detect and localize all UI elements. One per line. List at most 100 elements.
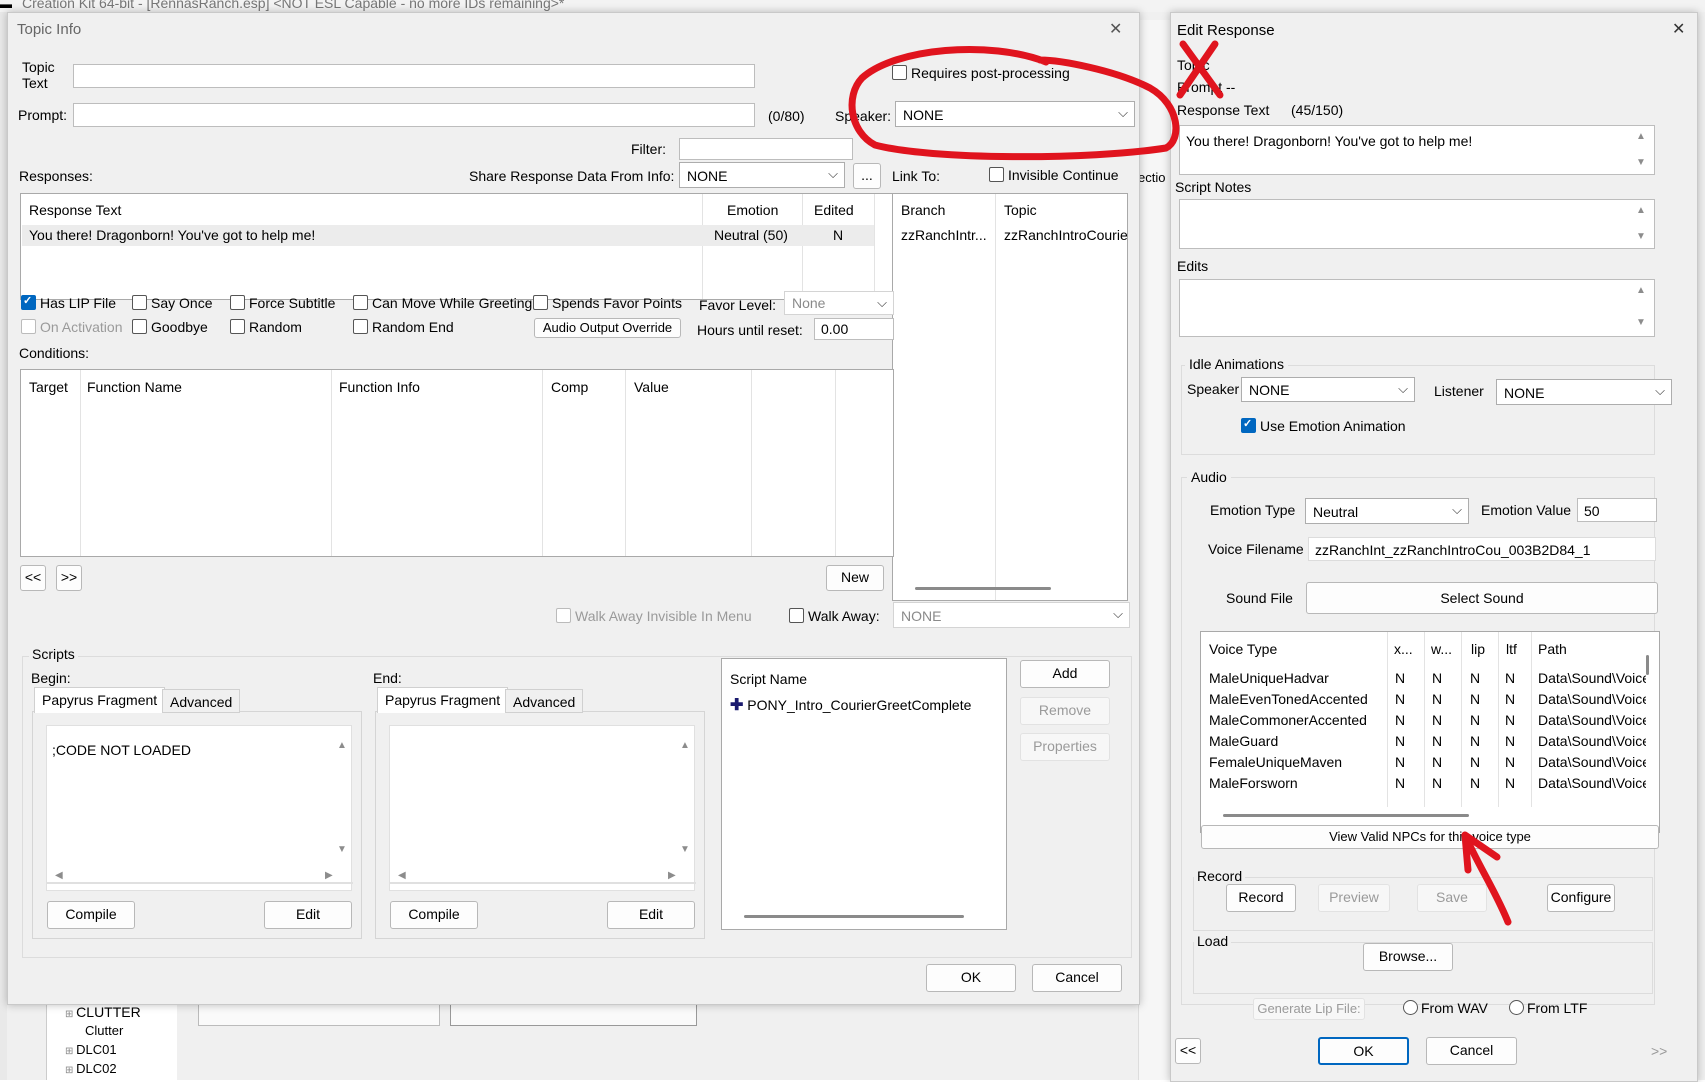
scroll-up-icon[interactable]: ▲ [1636, 131, 1646, 142]
spends-favor-checkbox[interactable]: Spends Favor Points [533, 295, 682, 311]
begin-tab-papyrus[interactable]: Papyrus Fragment [34, 687, 166, 713]
previous-response-button[interactable]: << [20, 565, 46, 591]
conditions-header-function-info[interactable]: Function Info [339, 379, 420, 395]
conditions-list[interactable]: Target Function Name Function Info Comp … [20, 369, 894, 557]
edits-field[interactable]: ▲ ▼ [1179, 279, 1655, 337]
edit-cancel-button[interactable]: Cancel [1426, 1037, 1517, 1065]
voice-row[interactable]: MaleGuard N N N N Data\Sound\Voice [1201, 731, 1646, 752]
tree-item-clutter-folder[interactable]: ⊞ CLUTTER [65, 1004, 141, 1020]
end-tab-advanced[interactable]: Advanced [505, 689, 584, 713]
end-compile-button[interactable]: Compile [390, 901, 478, 929]
save-button[interactable]: Save [1417, 884, 1487, 912]
has-lip-file-checkbox[interactable]: Has LIP File [21, 294, 116, 311]
end-edit-button[interactable]: Edit [607, 901, 695, 929]
voice-header-lip[interactable]: lip [1471, 641, 1485, 657]
from-wav-radio[interactable]: From WAV [1403, 1000, 1488, 1016]
generate-lip-file-button[interactable]: Generate Lip File: [1253, 998, 1365, 1020]
emotion-type-combo[interactable]: Neutral ⌵ [1305, 498, 1469, 524]
conditions-header-function-name[interactable]: Function Name [87, 379, 182, 395]
voice-row[interactable]: MaleCommonerAccented N N N N Data\Sound\Voice [1201, 710, 1646, 731]
say-once-checkbox[interactable]: Say Once [132, 295, 212, 311]
scroll-left-icon[interactable]: ◀ [55, 870, 63, 881]
begin-edit-button[interactable]: Edit [264, 901, 352, 929]
scroll-up-icon[interactable]: ▲ [337, 740, 347, 751]
voice-type-list[interactable]: Voice Type x... w... lip ltf Path MaleUn… [1200, 631, 1660, 833]
script-name-list[interactable]: Script Name ✚ PONY_Intro_CourierGreetCom… [721, 658, 1007, 930]
record-button[interactable]: Record [1226, 884, 1296, 912]
link-header-branch[interactable]: Branch [901, 202, 945, 218]
filter-field[interactable] [679, 138, 853, 160]
scroll-left-icon[interactable]: ◀ [398, 870, 406, 881]
link-hscrollbar[interactable] [915, 587, 1051, 590]
voice-row[interactable]: MaleEvenTonedAccented N N N N Data\Sound\Voic… [1201, 689, 1646, 710]
tree-item-clutter[interactable]: Clutter [85, 1023, 123, 1038]
edit-next-button[interactable]: >> [1651, 1043, 1667, 1059]
voice-list-hscrollbar[interactable] [1223, 814, 1469, 817]
random-checkbox[interactable]: Random [230, 319, 302, 335]
voice-header-ltf[interactable]: ltf [1506, 641, 1517, 657]
prompt-field[interactable] [73, 103, 755, 127]
responses-header-text[interactable]: Response Text [29, 202, 121, 218]
voice-filename-field[interactable]: zzRanchInt_zzRanchIntroCou_003B2D84_1 [1308, 537, 1656, 561]
script-list-hscrollbar[interactable] [744, 915, 964, 918]
topic-cancel-button[interactable]: Cancel [1032, 964, 1122, 992]
invisible-continue-checkbox[interactable]: Invisible Continue [989, 167, 1119, 183]
can-move-checkbox[interactable]: Can Move While Greeting [353, 295, 532, 311]
scroll-right-icon[interactable]: ▶ [325, 870, 333, 881]
share-response-combo[interactable]: NONE ⌵ [679, 162, 845, 188]
link-to-list[interactable]: Branch Topic zzRanchIntr... zzRanchIntro… [892, 193, 1128, 601]
force-subtitle-checkbox[interactable]: Force Subtitle [230, 295, 335, 311]
voice-row[interactable]: MaleUniqueHadvar N N N N Data\Sound\Voice [1201, 668, 1646, 689]
edit-ok-button[interactable]: OK [1318, 1037, 1409, 1065]
audio-output-override-button[interactable]: Audio Output Override [534, 318, 681, 338]
conditions-header-value[interactable]: Value [634, 379, 669, 395]
idle-listener-combo[interactable]: NONE ⌵ [1496, 379, 1672, 405]
emotion-value-field[interactable]: 50 [1577, 498, 1657, 522]
conditions-header-comp[interactable]: Comp [551, 379, 588, 395]
responses-row[interactable]: You there! Dragonborn! You've got to hel… [22, 225, 874, 246]
link-branch-cell[interactable]: zzRanchIntr... [901, 227, 987, 243]
script-notes-field[interactable]: ▲ ▼ [1179, 199, 1655, 249]
favor-level-combo[interactable]: None ⌵ [784, 291, 894, 315]
scroll-down-icon[interactable]: ▼ [1636, 157, 1646, 168]
speaker-combo[interactable]: NONE ⌵ [895, 101, 1135, 127]
from-ltf-radio[interactable]: From LTF [1509, 1000, 1587, 1016]
edit-response-close-button[interactable]: ✕ [1672, 19, 1685, 39]
end-code-editor[interactable]: ▲ ▼ ◀ ▶ [389, 725, 696, 891]
script-properties-button[interactable]: Properties [1020, 733, 1110, 761]
responses-header-emotion[interactable]: Emotion [727, 202, 778, 218]
hours-until-reset-field[interactable]: 0.00 [814, 318, 894, 340]
next-response-button[interactable]: >> [56, 565, 82, 591]
response-text-field[interactable]: You there! Dragonborn! You've got to hel… [1179, 125, 1655, 175]
goodbye-checkbox[interactable]: Goodbye [132, 319, 208, 335]
responses-header-edited[interactable]: Edited [814, 202, 854, 218]
walk-away-checkbox[interactable]: Walk Away: [789, 608, 880, 624]
scroll-down-icon[interactable]: ▼ [680, 844, 690, 855]
tree-item-dlc01[interactable]: ⊞ DLC01 [65, 1042, 117, 1057]
scroll-right-icon[interactable]: ▶ [668, 870, 676, 881]
topic-info-close-button[interactable]: ✕ [1109, 19, 1122, 39]
link-header-topic[interactable]: Topic [1004, 202, 1037, 218]
new-response-button[interactable]: New [826, 565, 884, 591]
edit-previous-button[interactable]: << [1175, 1038, 1201, 1064]
scroll-up-icon[interactable]: ▲ [1636, 285, 1646, 296]
scroll-down-icon[interactable]: ▼ [1636, 231, 1646, 242]
voice-header-x[interactable]: x... [1394, 641, 1413, 657]
idle-speaker-combo[interactable]: NONE ⌵ [1241, 377, 1415, 402]
scroll-up-icon[interactable]: ▲ [680, 740, 690, 751]
walk-away-combo[interactable]: NONE ⌵ [893, 602, 1130, 628]
voice-list-vscrollbar[interactable] [1646, 655, 1649, 675]
voice-header-path[interactable]: Path [1538, 641, 1567, 657]
topic-ok-button[interactable]: OK [926, 964, 1016, 992]
remove-script-button[interactable]: Remove [1020, 697, 1110, 725]
scroll-down-icon[interactable]: ▼ [337, 844, 347, 855]
configure-button[interactable]: Configure [1547, 884, 1615, 912]
share-ellipsis-button[interactable]: ... [853, 163, 881, 189]
voice-row[interactable]: FemaleUniqueMaven N N N N Data\Sound\Voice [1201, 752, 1646, 773]
link-topic-cell[interactable]: zzRanchIntroCourie [1004, 227, 1128, 243]
conditions-header-target[interactable]: Target [29, 379, 68, 395]
view-valid-npcs-button[interactable]: View Valid NPCs for this voice type [1201, 825, 1659, 849]
scroll-down-icon[interactable]: ▼ [1636, 317, 1646, 328]
voice-header-type[interactable]: Voice Type [1209, 641, 1277, 657]
begin-tab-advanced[interactable]: Advanced [162, 689, 241, 713]
